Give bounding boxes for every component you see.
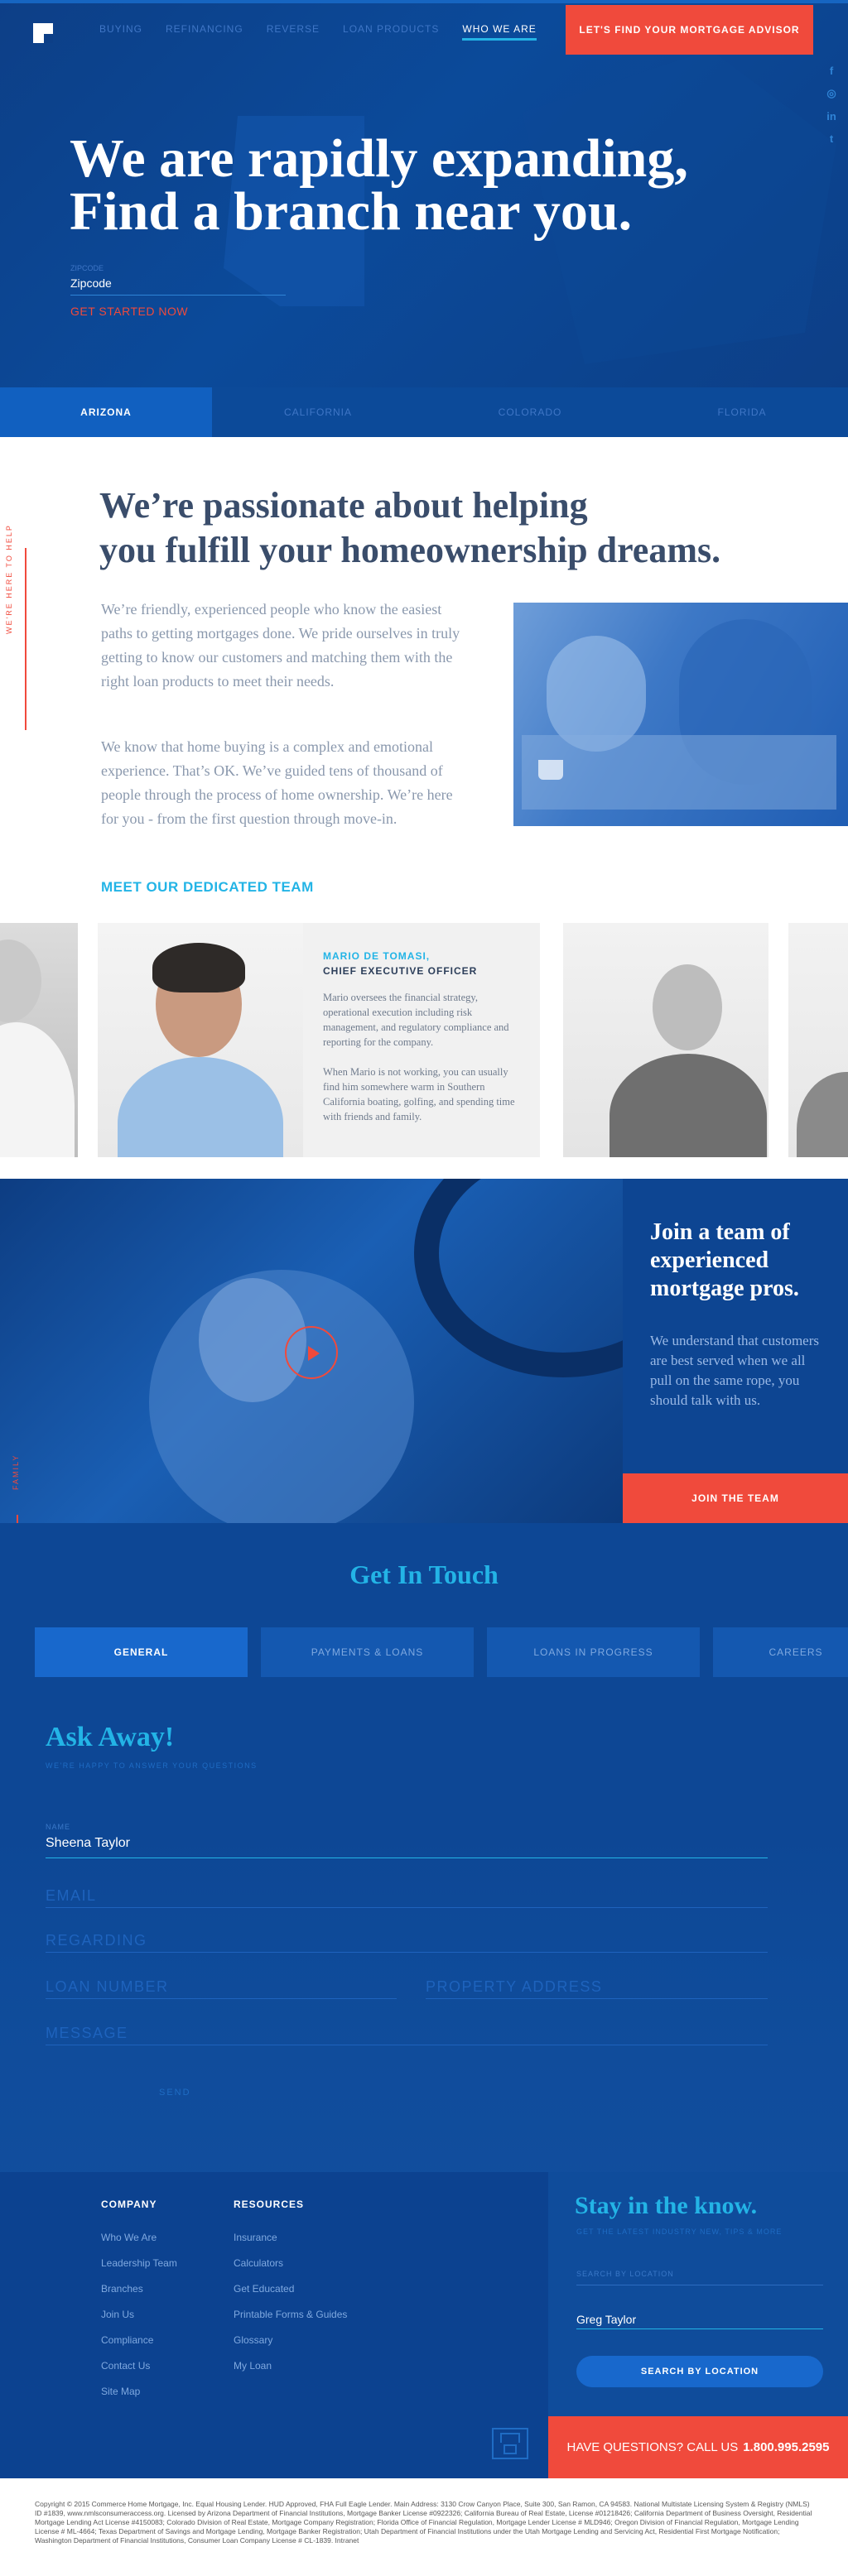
footer-resources-title: RESOURCES — [234, 2199, 305, 2210]
footer-link-compliance[interactable]: Compliance — [101, 2334, 153, 2346]
regarding-select[interactable]: REGARDING — [46, 1932, 147, 1949]
mario-portrait — [98, 923, 303, 1157]
email-underline — [46, 1907, 768, 1908]
team-member-bio-2: When Mario is not working, you can usual… — [323, 1066, 515, 1122]
join-text: We understand that customers are best se… — [650, 1333, 819, 1408]
team-member-name: MARIO DE TOMASI, — [323, 950, 431, 962]
social-links: f ◎ in t — [825, 65, 838, 145]
email-field[interactable]: EMAIL — [46, 1887, 97, 1905]
footer-link-branches[interactable]: Branches — [101, 2283, 143, 2295]
footer-link-join-us[interactable]: Join Us — [101, 2309, 134, 2320]
team-member-bio-1: Mario oversees the financial strategy, o… — [323, 992, 509, 1048]
hero-title-line1: We are rapidly expanding, — [70, 128, 688, 189]
team-portrait-next — [563, 923, 768, 1157]
footer-link-contact[interactable]: Contact Us — [101, 2360, 150, 2372]
family-side-label: FAMILY — [12, 1454, 20, 1490]
loan-number-field[interactable]: LOAN NUMBER — [46, 1978, 169, 1996]
newsletter-name-field[interactable]: Greg Taylor — [576, 2313, 636, 2326]
hero-title-line2: Find a branch near you. — [70, 181, 633, 242]
passion-paragraph-2: We know that home buying is a complex an… — [101, 738, 453, 827]
nav-refinancing[interactable]: REFINANCING — [166, 23, 243, 41]
loan-number-underline — [46, 1998, 397, 1999]
meet-team-link[interactable]: MEET OUR DEDICATED TEAM — [101, 879, 314, 896]
ask-away-title: Ask Away! — [46, 1722, 175, 1752]
team-card-next[interactable] — [563, 923, 768, 1157]
contact-tabs: GENERAL PAYMENTS & LOANS LOANS IN PROGRE… — [35, 1627, 848, 1677]
instagram-icon[interactable]: ◎ — [825, 87, 838, 100]
contact-background — [0, 1838, 848, 2172]
team-card-next-2[interactable] — [788, 923, 848, 1157]
search-location-button[interactable]: SEARCH BY LOCATION — [576, 2356, 823, 2387]
search-location-label: SEARCH BY LOCATION — [576, 2270, 674, 2278]
passion-title-line1: We’re passionate about helping — [99, 485, 588, 526]
footer-link-glossary[interactable]: Glossary — [234, 2334, 272, 2346]
get-started-link[interactable]: GET STARTED NOW — [70, 305, 188, 318]
property-address-field[interactable]: PROPERTY ADDRESS — [426, 1978, 602, 1996]
send-button[interactable]: SEND — [159, 2088, 191, 2098]
twitter-icon[interactable]: t — [825, 132, 838, 145]
top-accent-bar — [0, 0, 848, 3]
stay-subtitle: GET THE LATEST INDUSTRY NEW, TIPS & MORE — [576, 2228, 783, 2236]
join-team-button[interactable]: JOIN THE TEAM — [623, 1473, 848, 1523]
hero-title: We are rapidly expanding, Find a branch … — [70, 132, 688, 239]
property-address-underline — [426, 1998, 768, 1999]
facebook-icon[interactable]: f — [825, 65, 838, 77]
passion-paragraph-1: We’re friendly, experienced people who k… — [101, 601, 460, 690]
passion-title: We’re passionate about helping you fulfi… — [99, 483, 720, 573]
nav-who-we-are[interactable]: WHO WE ARE — [462, 23, 537, 41]
tab-california[interactable]: CALIFORNIA — [212, 387, 424, 437]
team-portrait-next-2 — [788, 923, 848, 1157]
footer-company-title: COMPANY — [101, 2199, 157, 2210]
linkedin-icon[interactable]: in — [825, 110, 838, 123]
questions-text: HAVE QUESTIONS? CALL US — [566, 2440, 739, 2454]
footer-link-who-we-are[interactable]: Who We Are — [101, 2232, 157, 2243]
tab-colorado[interactable]: COLORADO — [424, 387, 636, 437]
footer-link-leadership[interactable]: Leadership Team — [101, 2257, 177, 2269]
newsletter-name-underline — [576, 2328, 823, 2329]
legal-text: Copyright © 2015 Commerce Home Mortgage,… — [35, 2500, 812, 2545]
team-portrait-prev — [0, 923, 78, 1157]
zipcode-input[interactable]: Zipcode — [70, 276, 286, 296]
state-tabs: ARIZONA CALIFORNIA COLORADO FLORIDA — [0, 387, 848, 437]
footer-link-my-loan[interactable]: My Loan — [234, 2360, 272, 2372]
phone-number[interactable]: 1.800.995.2595 — [743, 2440, 829, 2454]
footer-link-calculators[interactable]: Calculators — [234, 2257, 283, 2269]
ask-away-subtitle: WE'RE HAPPY TO ANSWER YOUR QUESTIONS — [46, 1761, 258, 1770]
tab-payments-loans[interactable]: PAYMENTS & LOANS — [261, 1627, 474, 1677]
tab-florida[interactable]: FLORIDA — [636, 387, 848, 437]
footer-link-get-educated[interactable]: Get Educated — [234, 2283, 294, 2295]
regarding-underline — [46, 1952, 768, 1953]
message-field[interactable]: MESSAGE — [46, 2025, 128, 2042]
nav-reverse[interactable]: REVERSE — [267, 23, 320, 41]
logo[interactable] — [33, 23, 53, 43]
play-icon[interactable] — [285, 1326, 338, 1379]
tab-general[interactable]: GENERAL — [35, 1627, 248, 1677]
nav-buying[interactable]: BUYING — [99, 23, 142, 41]
tab-loans-in-progress[interactable]: LOANS IN PROGRESS — [487, 1627, 700, 1677]
name-field-label: NAME — [46, 1823, 71, 1831]
footer-links-panel — [0, 2172, 548, 2478]
team-card-prev[interactable] — [0, 923, 78, 1157]
tab-arizona[interactable]: ARIZONA — [0, 387, 212, 437]
team-meeting-photo — [513, 603, 848, 826]
join-title: Join a team of experienced mortgage pros… — [650, 1219, 799, 1301]
team-member-role: CHIEF EXECUTIVE OFFICER — [323, 965, 478, 977]
contact-title: Get In Touch — [349, 1560, 499, 1589]
zipcode-label: Zipcode — [70, 264, 104, 272]
main-nav: BUYING REFINANCING REVERSE LOAN PRODUCTS… — [99, 23, 537, 41]
call-us-bar[interactable]: HAVE QUESTIONS? CALL US 1.800.995.2595 — [548, 2416, 848, 2478]
side-accent-line — [25, 548, 26, 730]
footer-link-site-map[interactable]: Site Map — [101, 2386, 140, 2397]
footer-link-forms-guides[interactable]: Printable Forms & Guides — [234, 2309, 347, 2320]
name-field[interactable]: Sheena Taylor — [46, 1836, 130, 1851]
passion-title-line2: you fulfill your homeownership dreams. — [99, 530, 721, 570]
equal-housing-icon — [492, 2428, 528, 2459]
side-label: WE'RE HERE TO HELP — [5, 524, 13, 634]
tab-careers[interactable]: CAREERS — [713, 1627, 848, 1677]
find-advisor-button[interactable]: LET'S FIND YOUR MORTGAGE ADVISOR — [566, 5, 813, 55]
footer-link-insurance[interactable]: Insurance — [234, 2232, 277, 2243]
stay-title: Stay in the know. — [575, 2192, 758, 2219]
nav-loan-products[interactable]: LOAN PRODUCTS — [343, 23, 439, 41]
